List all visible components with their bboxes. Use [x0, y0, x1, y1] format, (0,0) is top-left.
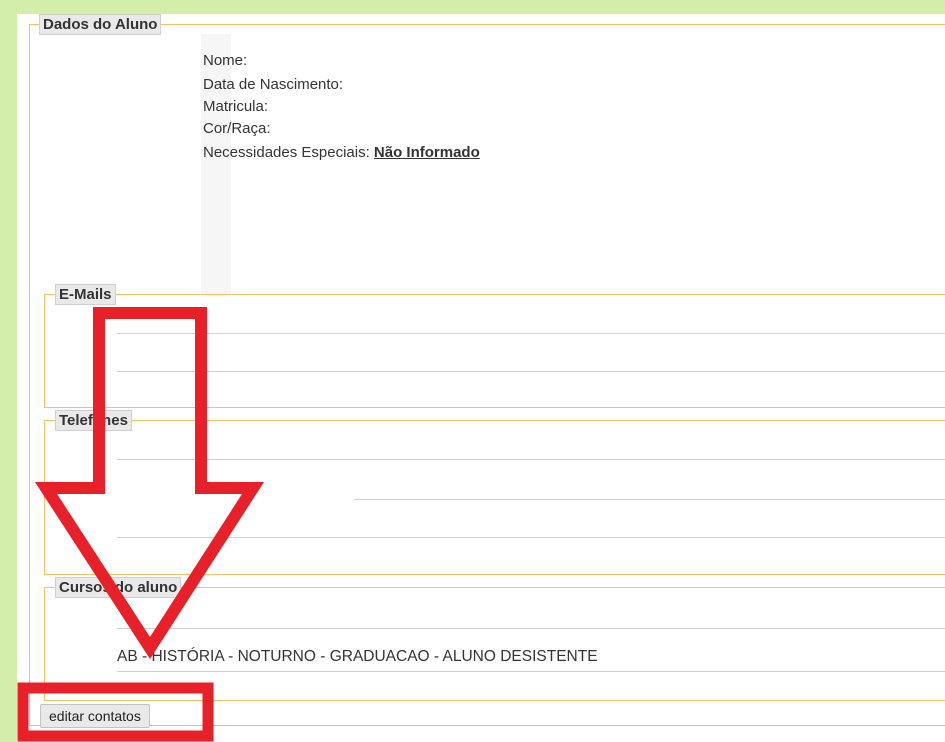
down-arrow-annotation	[34, 307, 264, 660]
highlight-box-annotation	[17, 682, 214, 742]
annotation-overlay	[17, 307, 264, 742]
